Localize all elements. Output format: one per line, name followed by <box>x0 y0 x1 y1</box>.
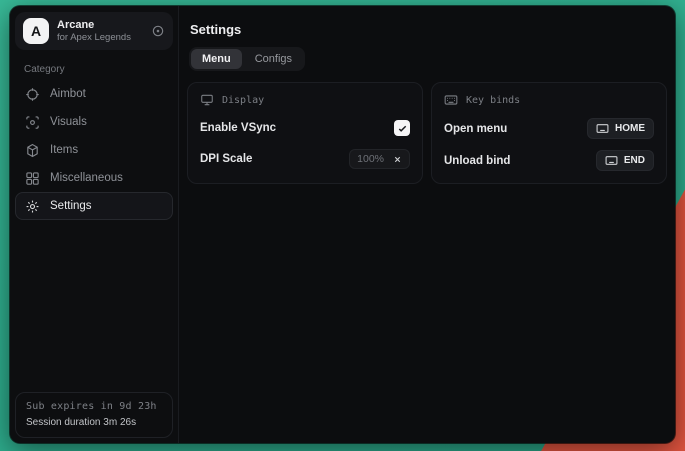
sidebar-item-label: Aimbot <box>50 88 86 100</box>
sidebar-item-label: Settings <box>50 200 92 212</box>
vsync-label: Enable VSync <box>200 122 276 134</box>
keybinds-card-header: Key binds <box>444 93 654 107</box>
display-card-header: Display <box>200 93 410 107</box>
brand-card: A Arcane for Apex Legends <box>15 12 173 50</box>
grid-icon <box>25 171 40 186</box>
keyboard-icon <box>596 122 609 135</box>
category-label: Category <box>24 64 173 75</box>
settings-cards: Display Enable VSync DPI Scale <box>187 82 667 184</box>
tab-configs[interactable]: Configs <box>244 49 303 69</box>
unload-bind-row: Unload bind END <box>444 150 654 171</box>
sidebar: A Arcane for Apex Legends Category <box>10 6 179 443</box>
gear-icon <box>25 199 40 214</box>
keybind-value: END <box>624 155 645 166</box>
dpi-value: 100% <box>357 153 384 165</box>
dpi-row: DPI Scale 100% <box>200 149 410 169</box>
target-icon[interactable] <box>151 24 165 38</box>
display-card-title: Display <box>222 95 264 106</box>
sub-expires-text: Sub expires in 9d 23h <box>26 401 162 412</box>
unload-bind-label: Unload bind <box>444 155 510 167</box>
sidebar-item-label: Miscellaneous <box>50 172 123 184</box>
keybind-value: HOME <box>615 123 645 134</box>
brand-text: Arcane for Apex Legends <box>57 19 131 43</box>
keybinds-card: Key binds Open menu HOME <box>431 82 667 184</box>
main-content: Settings Menu Configs Display <box>179 6 675 443</box>
game-background: A Arcane for Apex Legends Category <box>0 0 685 451</box>
eye-scan-icon <box>25 115 40 130</box>
vsync-checkbox[interactable] <box>394 120 410 136</box>
sidebar-item-aimbot[interactable]: Aimbot <box>15 80 173 108</box>
open-menu-keybind-button[interactable]: HOME <box>587 118 654 139</box>
display-card: Display Enable VSync DPI Scale <box>187 82 423 184</box>
sidebar-item-settings[interactable]: Settings <box>15 192 173 220</box>
session-info-card: Sub expires in 9d 23h Session duration 3… <box>15 392 173 438</box>
app-window: A Arcane for Apex Legends Category <box>10 6 675 443</box>
app-subtitle: for Apex Legends <box>57 32 131 43</box>
keybinds-card-title: Key binds <box>466 95 520 106</box>
tab-bar: Menu Configs <box>189 47 305 71</box>
dpi-label: DPI Scale <box>200 153 252 165</box>
tab-menu[interactable]: Menu <box>191 49 242 69</box>
open-menu-label: Open menu <box>444 123 507 135</box>
package-icon <box>25 143 40 158</box>
sidebar-item-items[interactable]: Items <box>15 136 173 164</box>
page-title: Settings <box>190 22 667 37</box>
keyboard-icon <box>605 154 618 167</box>
vsync-row: Enable VSync <box>200 118 410 138</box>
dpi-scale-input[interactable]: 100% <box>349 149 410 169</box>
monitor-icon <box>200 93 214 107</box>
app-name: Arcane <box>57 19 131 31</box>
logo-letter: A <box>31 23 41 39</box>
crosshair-icon <box>25 87 40 102</box>
keyboard-icon <box>444 93 458 107</box>
sidebar-item-label: Visuals <box>50 116 87 128</box>
sidebar-item-label: Items <box>50 144 78 156</box>
clear-icon[interactable] <box>393 155 402 164</box>
unload-keybind-button[interactable]: END <box>596 150 654 171</box>
sidebar-item-visuals[interactable]: Visuals <box>15 108 173 136</box>
session-duration-text: Session duration 3m 26s <box>26 417 162 428</box>
open-menu-row: Open menu HOME <box>444 118 654 139</box>
sidebar-item-miscellaneous[interactable]: Miscellaneous <box>15 164 173 192</box>
sidebar-nav: Aimbot Visuals <box>15 80 173 220</box>
app-logo: A <box>23 18 49 44</box>
